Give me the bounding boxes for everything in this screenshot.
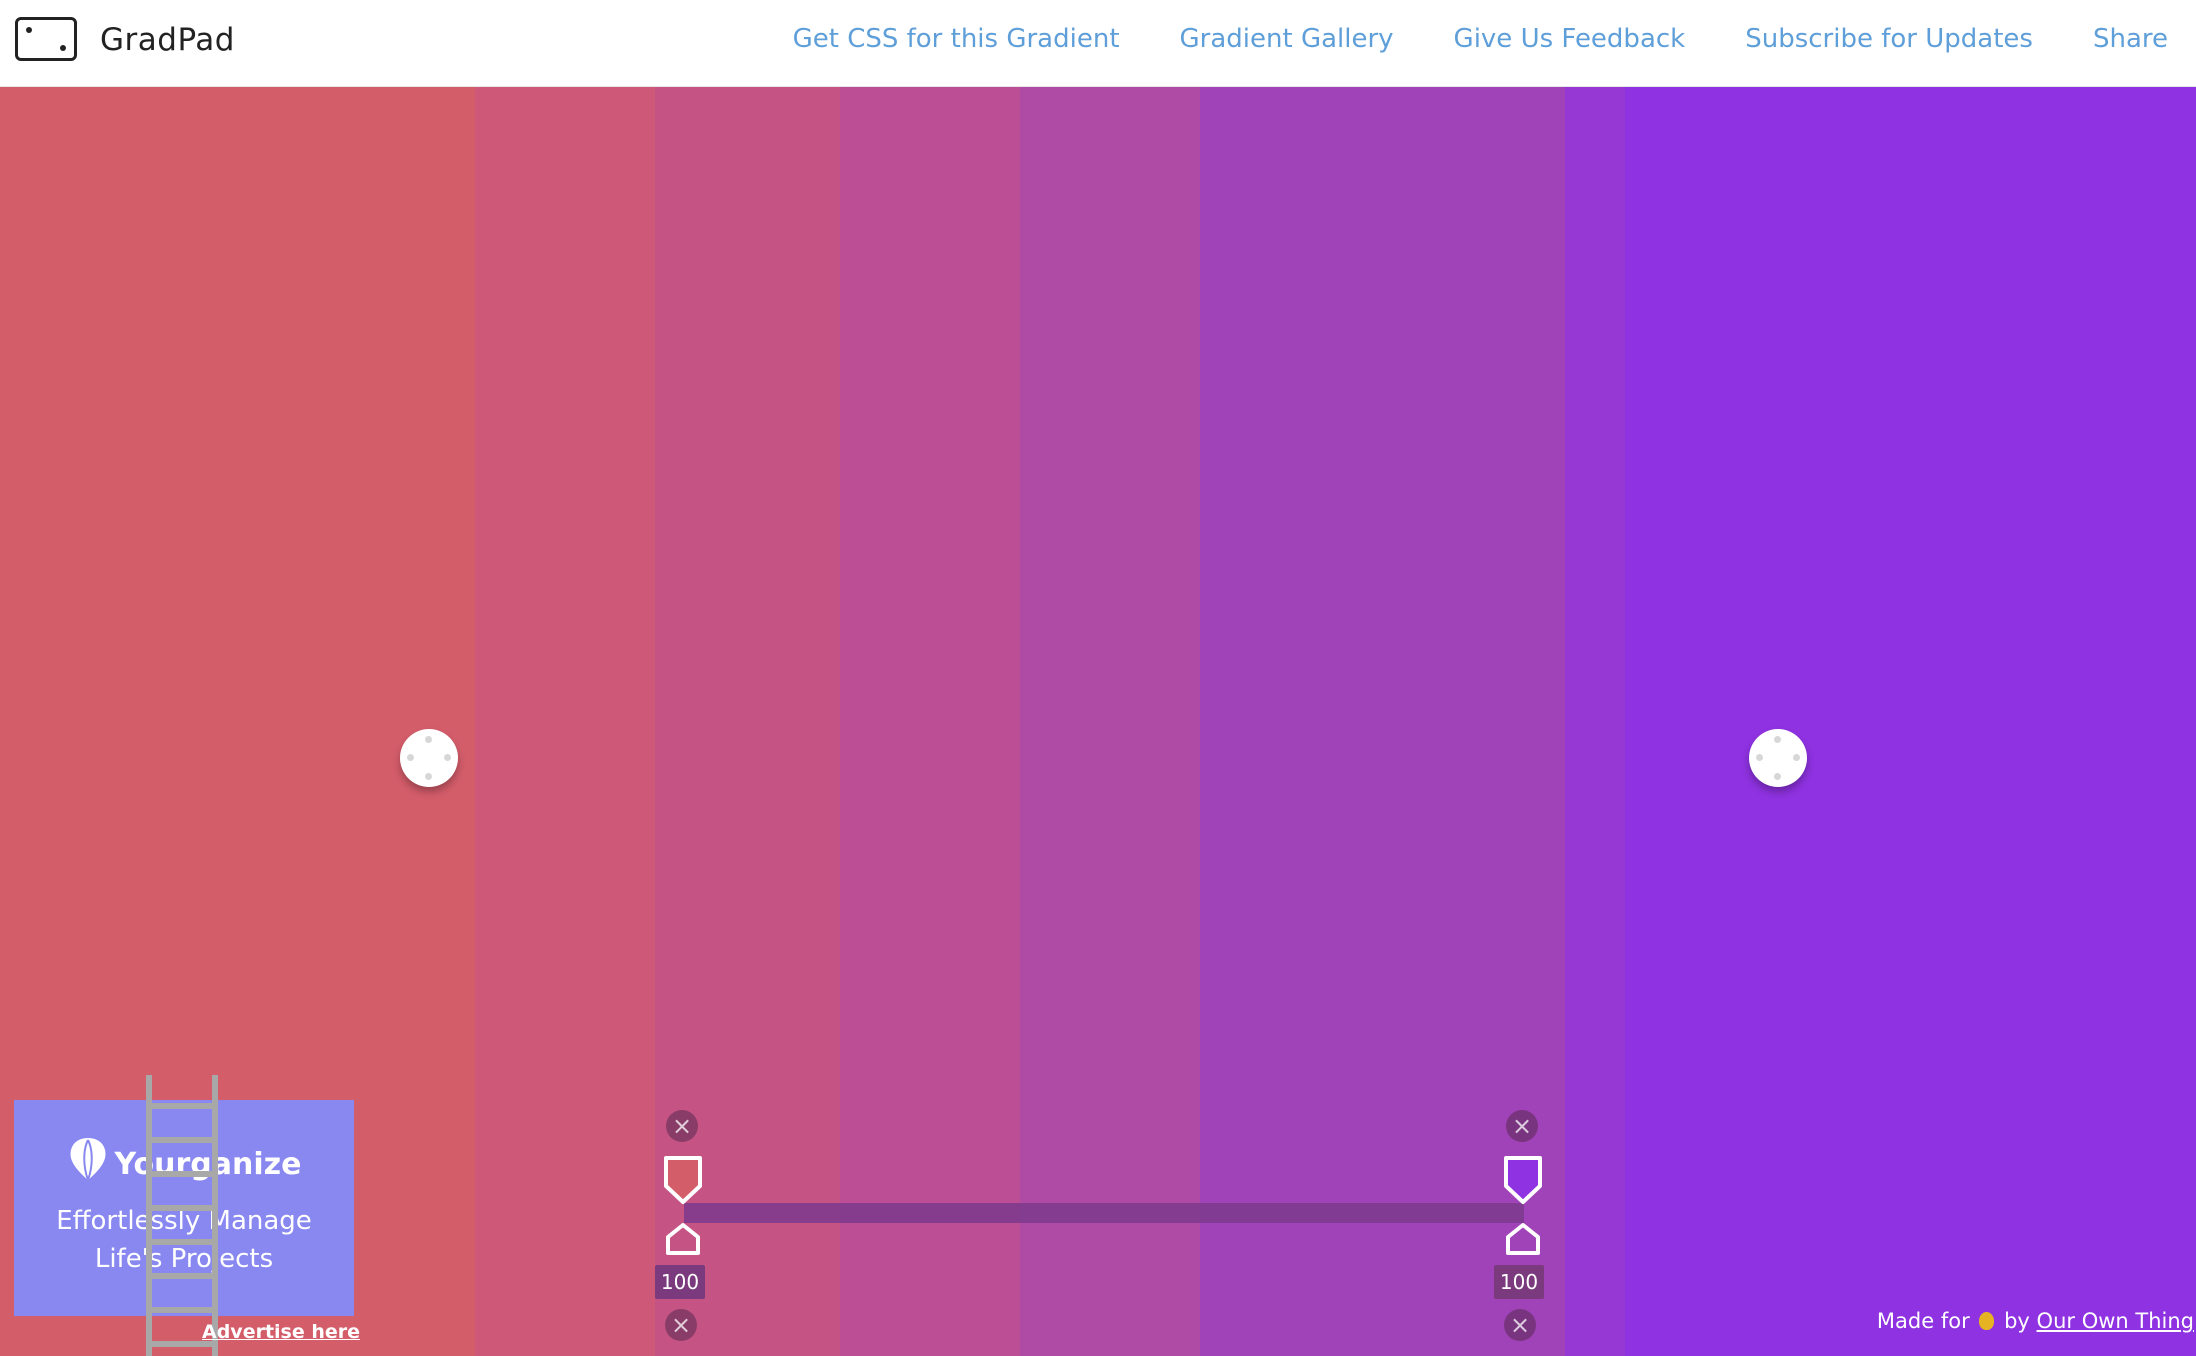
advertise-here-link[interactable]: Advertise here bbox=[202, 1321, 360, 1343]
nav-subscribe[interactable]: Subscribe for Updates bbox=[1745, 24, 2033, 54]
by-text: by bbox=[2004, 1309, 2030, 1333]
top-nav: Get CSS for this Gradient Gradient Galle… bbox=[733, 24, 2168, 54]
remove-stop-bottom-left-icon[interactable]: × bbox=[665, 1309, 697, 1341]
gradient-band bbox=[475, 87, 655, 1356]
remove-stop-top-right-icon[interactable]: × bbox=[1506, 1110, 1538, 1142]
opacity-marker-right-icon[interactable] bbox=[1504, 1221, 1542, 1257]
gradient-band bbox=[840, 87, 1020, 1356]
gradient-stop-track[interactable] bbox=[684, 1203, 1524, 1223]
nav-give-feedback[interactable]: Give Us Feedback bbox=[1454, 24, 1686, 54]
stop-marker-top-left-icon[interactable] bbox=[662, 1154, 704, 1206]
left-color-handle[interactable] bbox=[400, 729, 458, 787]
balloon-icon bbox=[70, 1138, 106, 1181]
nav-gradient-gallery[interactable]: Gradient Gallery bbox=[1180, 24, 1394, 54]
our-own-thing-link[interactable]: Our Own Thing bbox=[2037, 1309, 2194, 1333]
remove-stop-bottom-right-icon[interactable]: × bbox=[1504, 1309, 1536, 1341]
right-color-handle[interactable] bbox=[1749, 729, 1807, 787]
footer-credit: Made for by Our Own Thing bbox=[1877, 1309, 2194, 1333]
gradient-band bbox=[1565, 87, 1625, 1356]
money-bag-icon bbox=[1979, 1312, 1995, 1330]
opacity-marker-left-icon[interactable] bbox=[664, 1221, 702, 1257]
gradpad-logo-icon[interactable] bbox=[15, 17, 77, 61]
nav-share[interactable]: Share bbox=[2093, 24, 2168, 54]
stop-marker-top-right-icon[interactable] bbox=[1502, 1154, 1544, 1206]
gradient-band bbox=[1020, 87, 1200, 1356]
made-for-text: Made for bbox=[1876, 1309, 1970, 1333]
stop-opacity-value-right[interactable]: 100 bbox=[1494, 1265, 1544, 1299]
top-bar: GradPad Get CSS for this Gradient Gradie… bbox=[0, 0, 2196, 87]
stop-opacity-value-left[interactable]: 100 bbox=[655, 1265, 705, 1299]
ladder-illustration-icon bbox=[146, 1075, 218, 1356]
nav-get-css[interactable]: Get CSS for this Gradient bbox=[793, 24, 1120, 54]
gradient-band bbox=[1625, 87, 2196, 1356]
brand-name[interactable]: GradPad bbox=[100, 22, 235, 58]
remove-stop-top-left-icon[interactable]: × bbox=[666, 1110, 698, 1142]
